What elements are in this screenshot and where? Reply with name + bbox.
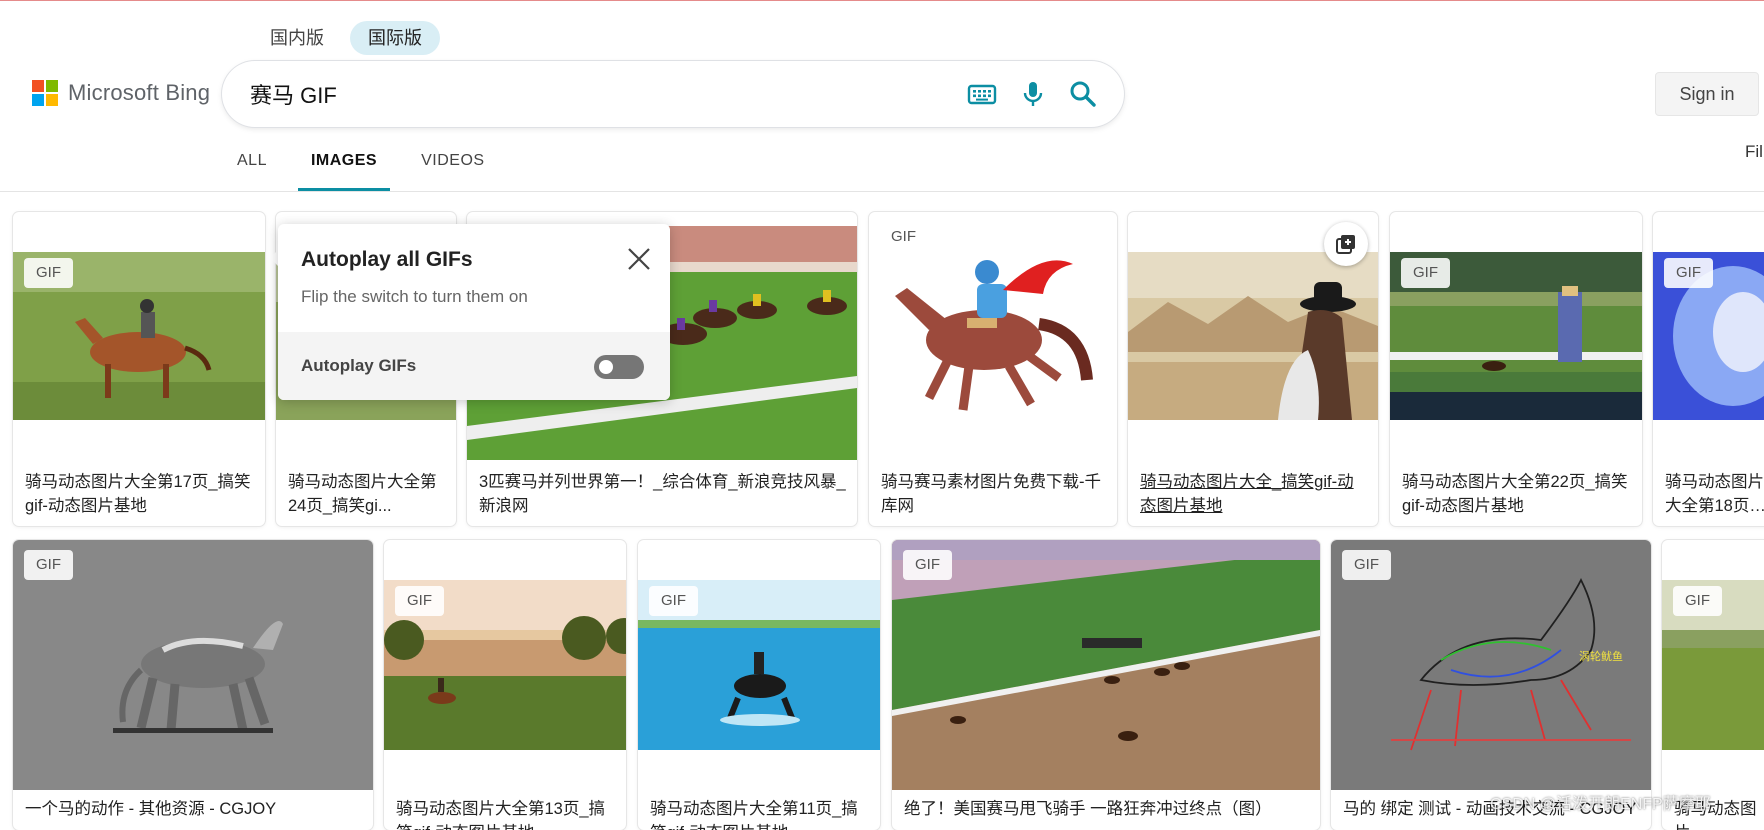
image-result-tile[interactable]: GIF 骑马赛马素材图片免费下载-千库网	[869, 212, 1117, 526]
result-caption[interactable]: 绝了！美国赛马甩飞骑手 一路狂奔冲过终点（图）	[904, 797, 1310, 821]
image-result-tile[interactable]: 涡轮鱿鱼 GIF 马的 绑定 测试 - 动画技术交流 - CGJOY	[1331, 540, 1651, 830]
image-result-tile[interactable]: GIF 骑马动态图片大全第13页_搞笑gif-动态图片基地	[384, 540, 626, 830]
market-domestic-button[interactable]: 国内版	[252, 21, 342, 55]
top-accent-line	[0, 0, 1764, 1]
popup-subtitle: Flip the switch to turn them on	[301, 287, 528, 306]
close-icon[interactable]	[621, 241, 657, 277]
gif-badge: GIF	[649, 586, 698, 616]
market-international-button[interactable]: 国际版	[350, 21, 440, 55]
result-caption[interactable]: 骑马动态图片大全第17页_搞笑gif-动态图片基地	[25, 470, 255, 518]
gif-badge: GIF	[1664, 258, 1713, 288]
tab-all[interactable]: ALL	[224, 148, 280, 192]
gif-badge: GIF	[24, 550, 73, 580]
popup-title: Autoplay all GIFs	[301, 248, 473, 271]
search-input[interactable]	[248, 75, 928, 113]
image-result-tile[interactable]: 骑马动态图片大全_搞笑gif-动态图片基地	[1128, 212, 1378, 526]
result-thumbnail	[1128, 252, 1378, 420]
svg-text:涡轮鱿鱼: 涡轮鱿鱼	[1579, 649, 1623, 663]
result-thumbnail	[869, 220, 1117, 460]
result-thumbnail	[892, 540, 1320, 790]
autoplay-toggle-label: Autoplay GIFs	[301, 356, 417, 375]
result-caption[interactable]: 骑马动态图片大全第11页_搞笑gif-动态图片基地	[650, 797, 870, 830]
result-caption[interactable]: 骑马赛马素材图片免费下载-千库网	[881, 470, 1107, 518]
image-result-tile[interactable]: GIF 骑马动态图片大全第18页_搞笑gif-动态图片基地	[1653, 212, 1764, 526]
popup-footer: Autoplay GIFs	[278, 332, 670, 400]
result-caption[interactable]: 骑马动态图片大全第18页_搞笑gif-动态图片基地	[1665, 470, 1764, 518]
bing-logo[interactable]: Microsoft Bing	[32, 80, 210, 106]
brand-name: Microsoft Bing	[68, 80, 211, 105]
sign-in-button[interactable]: Sign in	[1655, 72, 1759, 116]
gif-badge: GIF	[1342, 550, 1391, 580]
search-icon[interactable]	[1067, 78, 1099, 110]
result-caption[interactable]: 骑马动态图片大全第13页_搞笑gif-动态图片基地	[396, 797, 616, 830]
gif-badge: GIF	[1673, 586, 1722, 616]
market-toggle: 国内版 国际版	[252, 21, 440, 55]
microsoft-logo-icon	[32, 80, 58, 106]
gif-badge: GIF	[395, 586, 444, 616]
gif-badge: GIF	[24, 258, 73, 288]
result-caption[interactable]: 骑马动态图片大全_搞笑gif-动态图片基地	[1140, 470, 1368, 518]
result-caption[interactable]: 骑马动态图片大全第22页_搞笑gif-动态图片基地	[1402, 470, 1632, 518]
add-collection-icon	[1336, 235, 1355, 254]
image-result-tile[interactable]: GIF 骑马动态图片大全第22页_搞笑gif-动态图片基地	[1390, 212, 1642, 526]
autoplay-toggle[interactable]	[594, 355, 644, 379]
image-result-tile[interactable]: GIF 骑马动态图片大全第11页_搞笑gif-动态图片基地	[638, 540, 880, 830]
gif-badge: GIF	[903, 550, 952, 580]
keyboard-icon[interactable]	[966, 78, 998, 110]
gif-badge: GIF	[1401, 258, 1450, 288]
microphone-icon[interactable]	[1017, 78, 1049, 110]
result-caption[interactable]: 骑马动态图片大全第24页_搞笑gi...	[288, 470, 446, 518]
result-caption[interactable]: 3匹赛马并列世界第一！_综合体育_新浪竞技风暴_新浪网	[479, 470, 847, 518]
autoplay-gifs-popup: Autoplay all GIFs Flip the switch to tur…	[278, 224, 670, 400]
filter-button[interactable]: Fil	[1745, 142, 1763, 162]
gif-badge: GIF	[879, 222, 928, 252]
toggle-knob	[599, 360, 613, 374]
watermark-text: CSDN @活泼开朗ENFP萨摩耶	[1490, 796, 1711, 813]
image-result-tile[interactable]: GIF 骑马动态图片	[1662, 540, 1764, 830]
search-box	[222, 61, 1124, 127]
result-caption[interactable]: 一个马的动作 - 其他资源 - CGJOY	[25, 797, 363, 821]
image-result-tile[interactable]: GIF 一个马的动作 - 其他资源 - CGJOY	[13, 540, 373, 830]
tab-videos[interactable]: VIDEOS	[408, 148, 497, 192]
add-to-collection-button[interactable]	[1324, 222, 1368, 266]
tab-images[interactable]: IMAGES	[297, 148, 391, 192]
search-tabs: ALL IMAGES VIDEOS	[224, 148, 516, 192]
image-result-tile[interactable]: GIF 骑马动态图片大全第17页_搞笑gif-动态图片基地	[13, 212, 265, 526]
image-result-tile[interactable]: GIF 绝了！美国赛马甩飞骑手 一路狂奔冲过终点（图）	[892, 540, 1320, 830]
tabs-divider	[0, 191, 1764, 192]
